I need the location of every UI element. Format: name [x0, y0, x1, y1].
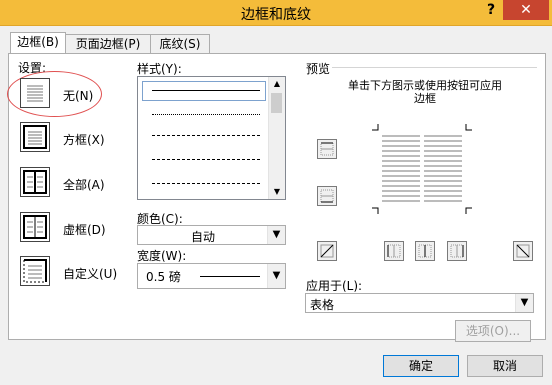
- style-label: 样式(Y):: [137, 62, 182, 76]
- border-top-button[interactable]: [317, 139, 337, 159]
- setting-all-label[interactable]: 全部(A): [63, 176, 105, 193]
- scroll-down-icon[interactable]: ▼: [269, 185, 285, 199]
- color-value: 自动: [190, 230, 215, 244]
- cancel-button[interactable]: 取消: [467, 355, 543, 377]
- line-style-scrollbar[interactable]: ▲ ▼: [268, 77, 285, 199]
- setting-box-label[interactable]: 方框(X): [63, 131, 105, 148]
- ok-button[interactable]: 确定: [383, 355, 459, 377]
- options-button[interactable]: 选项(O)...: [455, 320, 531, 342]
- setting-all-icon[interactable]: [20, 167, 50, 197]
- setting-box-icon[interactable]: [20, 122, 50, 152]
- line-style-list[interactable]: ▲ ▼: [137, 76, 286, 200]
- line-style-solid[interactable]: [152, 90, 260, 91]
- tab-shading[interactable]: 底纹(S): [150, 34, 210, 53]
- scroll-thumb[interactable]: [271, 93, 282, 113]
- line-style-dashed[interactable]: [152, 159, 260, 160]
- scroll-up-icon[interactable]: ▲: [269, 77, 285, 91]
- border-right-button[interactable]: [447, 241, 467, 261]
- dialog-title: 边框和底纹: [241, 7, 311, 23]
- close-button[interactable]: ✕: [503, 0, 549, 20]
- border-bottom-button[interactable]: [317, 186, 337, 206]
- setting-grid-label[interactable]: 虚框(D): [63, 221, 106, 238]
- line-style-dash-dot[interactable]: [152, 183, 260, 184]
- setting-none-label[interactable]: 无(N): [63, 87, 93, 104]
- preview-area[interactable]: [372, 124, 472, 214]
- setting-none-icon[interactable]: [20, 78, 50, 108]
- border-inside-vertical-button[interactable]: [415, 241, 435, 261]
- width-combo[interactable]: 0.5 磅 ▼: [137, 263, 286, 289]
- line-style-dotted[interactable]: [152, 114, 260, 115]
- tab-borders[interactable]: 边框(B): [10, 32, 66, 54]
- preview-heading: 预览: [306, 62, 331, 76]
- preview-instruction: 单击下方图示或使用按钮可应用边框: [348, 79, 502, 105]
- chevron-down-icon[interactable]: ▼: [267, 226, 285, 244]
- setting-grid-icon[interactable]: [20, 212, 50, 242]
- chevron-down-icon[interactable]: ▼: [515, 294, 533, 312]
- diagonal-down-button[interactable]: [317, 241, 337, 261]
- apply-to-label: 应用于(L):: [306, 279, 363, 293]
- border-left-button[interactable]: [384, 241, 404, 261]
- apply-to-combo[interactable]: 表格 ▼: [305, 293, 534, 313]
- width-label: 宽度(W):: [137, 249, 187, 263]
- preview-divider: [332, 67, 537, 68]
- tab-page-borders[interactable]: 页面边框(P): [65, 34, 151, 53]
- chevron-down-icon[interactable]: ▼: [267, 264, 285, 288]
- apply-to-value: 表格: [310, 298, 335, 312]
- width-value: 0.5 磅: [146, 270, 181, 284]
- diagonal-up-button[interactable]: [513, 241, 533, 261]
- setting-custom-icon[interactable]: [20, 256, 50, 286]
- line-style-selected[interactable]: [142, 81, 266, 101]
- line-style-dashed-small[interactable]: [152, 135, 260, 136]
- color-combo[interactable]: 自动 ▼: [137, 225, 286, 245]
- help-button[interactable]: ?: [484, 2, 498, 20]
- width-sample-line: [200, 276, 260, 277]
- setting-custom-label[interactable]: 自定义(U): [63, 265, 117, 282]
